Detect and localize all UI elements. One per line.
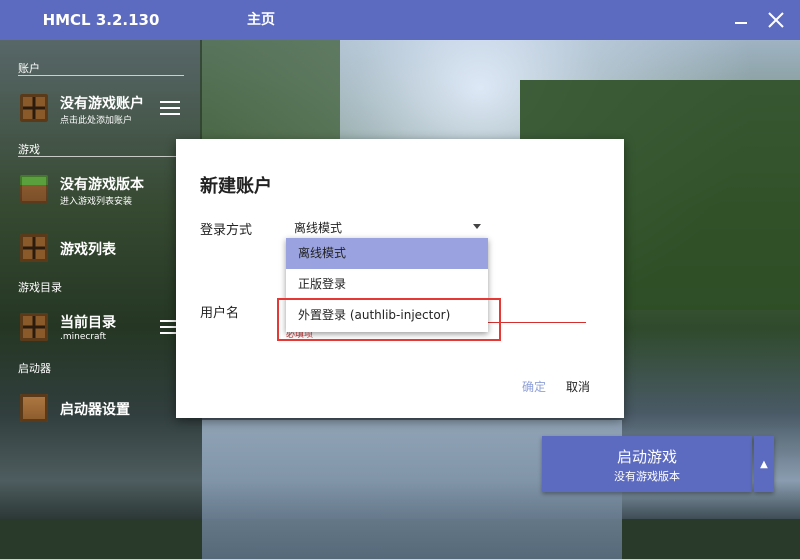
dialog-title: 新建账户	[200, 176, 272, 197]
title-bar: HMCL 3.2.130 主页	[0, 0, 800, 40]
sidebar-item-current-dir[interactable]: 当前目录 .minecraft	[0, 305, 202, 349]
dropdown-option-authlib-injector[interactable]: 外置登录 (authlib-injector)	[286, 300, 488, 331]
dropdown-option-offline[interactable]: 离线模式	[286, 238, 488, 269]
launch-options-button[interactable]: ▲	[754, 436, 774, 492]
ok-button[interactable]: 确定	[522, 378, 546, 395]
game-list-title: 游戏列表	[60, 242, 116, 258]
crafting-table-icon	[20, 234, 48, 262]
close-button[interactable]	[764, 8, 788, 32]
minimize-button[interactable]	[729, 8, 753, 32]
tree-foliage-left	[200, 40, 340, 150]
section-title-launcher: 启动器	[18, 362, 51, 375]
close-icon	[768, 12, 784, 28]
sidebar: 账户 没有游戏账户 点击此处添加账户 游戏 没有游戏版本 进入游戏列表安装 游戏…	[0, 40, 202, 519]
sidebar-item-account[interactable]: 没有游戏账户 点击此处添加账户	[0, 86, 202, 130]
app-title: HMCL 3.2.130	[42, 11, 160, 29]
section-title-game-dir: 游戏目录	[18, 281, 62, 294]
minimize-icon	[735, 22, 747, 24]
game-version-subtitle: 进入游戏列表安装	[60, 197, 133, 207]
section-divider	[18, 75, 184, 76]
chevron-down-icon	[473, 224, 481, 229]
launch-game-button[interactable]: 启动游戏 没有游戏版本	[542, 436, 752, 492]
login-method-dropdown: 离线模式 正版登录 外置登录 (authlib-injector)	[286, 238, 488, 332]
crafting-table-icon	[20, 94, 48, 122]
section-divider	[18, 156, 184, 157]
sidebar-item-launcher-settings[interactable]: 启动器设置	[0, 386, 202, 430]
launch-subtitle: 没有游戏版本	[614, 470, 680, 483]
username-label: 用户名	[200, 306, 240, 321]
furnace-icon	[20, 394, 48, 422]
login-method-label: 登录方式	[200, 223, 253, 238]
cancel-button[interactable]: 取消	[566, 378, 590, 395]
sidebar-item-game-list[interactable]: 游戏列表	[0, 226, 202, 270]
game-version-title: 没有游戏版本	[60, 177, 144, 193]
launcher-settings-title: 启动器设置	[60, 402, 130, 418]
chevron-up-icon: ▲	[760, 458, 768, 470]
sidebar-item-game-version[interactable]: 没有游戏版本 进入游戏列表安装	[0, 167, 202, 211]
launch-title: 启动游戏	[616, 448, 677, 466]
section-title-account: 账户	[18, 62, 40, 75]
account-menu-icon[interactable]	[160, 100, 180, 116]
current-dir-subtitle: .minecraft	[60, 332, 107, 342]
current-dir-title: 当前目录	[60, 315, 116, 331]
account-title: 没有游戏账户	[60, 96, 144, 112]
section-title-game: 游戏	[18, 143, 40, 156]
grass-block-icon	[20, 175, 48, 203]
crafting-table-icon	[20, 313, 48, 341]
dropdown-option-official[interactable]: 正版登录	[286, 269, 488, 300]
account-subtitle: 点击此处添加账户	[60, 116, 133, 126]
login-method-value: 离线模式	[294, 221, 343, 235]
page-title: 主页	[247, 12, 275, 28]
